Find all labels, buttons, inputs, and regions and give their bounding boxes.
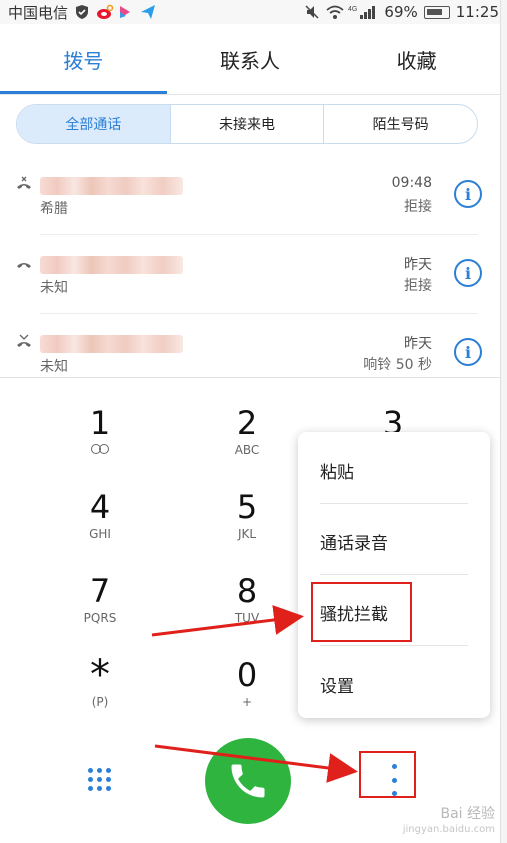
watermark-url: jingyan.baidu.com [402,824,495,835]
mute-icon [304,4,320,20]
wifi-icon [326,4,345,20]
filter-missed-calls[interactable]: 未接来电 [171,105,325,143]
key-letters: TUV [234,611,260,625]
info-icon[interactable]: i [454,338,482,366]
filter-unknown-numbers[interactable]: 陌生号码 [324,105,477,143]
key-8[interactable]: 8 TUV [187,546,307,626]
network-label: 4G [348,6,357,13]
key-digit: 1 [89,404,111,442]
call-button[interactable] [205,738,291,824]
key-digit: 5 [236,488,258,526]
overflow-menu: 粘贴 通话录音 骚扰拦截 设置 [298,432,490,718]
status-bar: 中国电信 4G 69% 11:25 [0,0,507,24]
info-icon[interactable]: i [454,259,482,287]
window-edge [500,0,507,843]
key-digit: 2 [236,404,258,442]
filter-all-calls[interactable]: 全部通话 [17,105,171,143]
key-letters: + [241,695,253,709]
menu-divider [320,574,468,575]
tabs-divider [0,94,500,95]
key-letters: GHI [89,527,111,541]
carrier-label: 中国电信 [8,3,69,22]
tab-dial[interactable]: 拨号 [0,24,167,94]
battery-percent: 69% [384,3,418,21]
shield-icon [74,4,90,20]
call-time: 昨天 [404,336,432,352]
missed-call-icon [16,333,32,349]
rejected-call-icon [16,254,32,270]
clock: 11:25 [455,3,499,21]
menu-item-paste[interactable]: 粘贴 [320,458,354,483]
menu-item-call-recording[interactable]: 通话录音 [320,529,388,554]
call-log-row[interactable]: 希腊 09:48 拒接 i [0,155,500,234]
key-2[interactable]: 2 ABC [187,378,307,458]
key-digit: 7 [89,572,111,610]
masked-phone-number [40,177,183,195]
key-letters: (P) [91,695,109,709]
masked-phone-number [40,335,183,353]
call-name: 未知 [40,359,68,375]
weibo-icon [96,4,114,20]
key-letters: ABC [234,443,260,457]
main-tabs: 拨号 联系人 收藏 [0,24,500,94]
tab-favorites[interactable]: 收藏 [333,24,500,94]
call-log-list: 希腊 09:48 拒接 i 未知 昨天 拒接 i 未知 昨天 响铃 50 秒 i [0,155,500,392]
key-digit: 8 [236,572,258,610]
annotation-box-harassment-block [311,582,412,642]
key-1[interactable]: 1 [40,378,160,458]
key-digit: 0 [236,656,258,694]
annotation-box-more-options [359,751,416,798]
phone-icon [231,764,265,798]
dialpad-toggle-icon[interactable] [88,768,112,792]
key-4[interactable]: 4 GHI [40,462,160,542]
key-digit: * [90,652,110,698]
menu-divider [320,503,468,504]
call-status: 响铃 50 秒 [363,357,432,373]
key-0[interactable]: 0 + [187,630,307,710]
voicemail-icon [91,444,109,454]
video-app-icon [118,4,134,20]
signal-icon: 4G [348,4,378,20]
call-time: 09:48 [391,175,432,191]
tab-contacts[interactable]: 联系人 [167,24,334,94]
key-letters: PQRS [83,611,117,625]
watermark-text: Bai 经验 [440,806,495,822]
key-5[interactable]: 5 JKL [187,462,307,542]
call-filter: 全部通话 未接来电 陌生号码 [16,104,478,144]
menu-divider [320,645,468,646]
watermark: Bai 经验 jingyan.baidu.com [403,807,495,837]
battery-icon [423,5,450,19]
key-7[interactable]: 7 PQRS [40,546,160,626]
key-digit: 4 [89,488,111,526]
call-name: 未知 [40,280,68,296]
masked-phone-number [40,256,183,274]
call-time: 昨天 [404,257,432,273]
call-status: 拒接 [404,199,432,215]
rejected-call-icon [16,175,32,191]
call-status: 拒接 [404,278,432,294]
key-letters: JKL [237,527,257,541]
key-star[interactable]: * (P) [40,630,160,710]
send-app-icon [140,4,156,20]
menu-item-settings[interactable]: 设置 [320,672,354,697]
call-name: 希腊 [40,201,68,217]
info-icon[interactable]: i [454,180,482,208]
call-log-row[interactable]: 未知 昨天 拒接 i [0,234,500,313]
